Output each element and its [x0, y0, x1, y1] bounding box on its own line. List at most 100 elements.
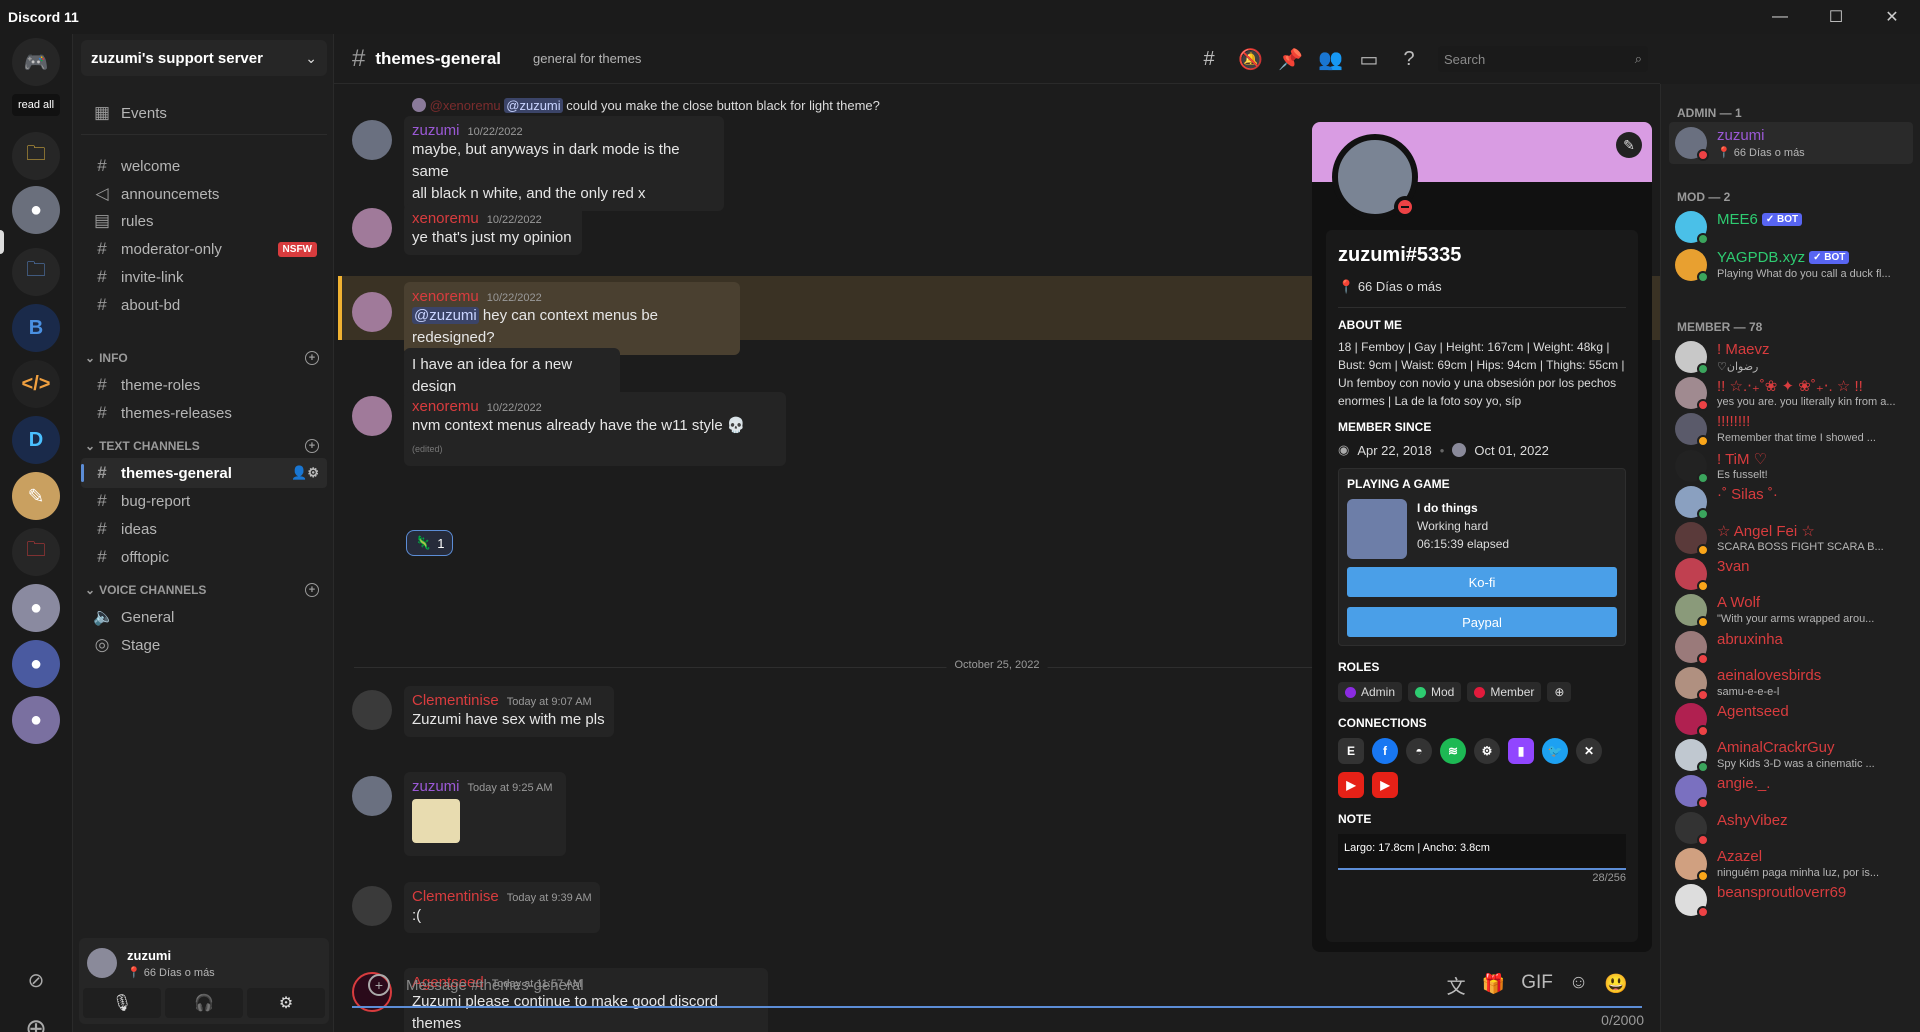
gif-icon[interactable]: GIF [1521, 972, 1553, 999]
kofi-button[interactable]: Ko-fi [1347, 567, 1617, 597]
voice-general[interactable]: 🔈 General [81, 602, 327, 632]
category-voice[interactable]: ⌄ VOICE CHANNELS + [81, 580, 327, 600]
gift-icon[interactable]: 🎁 [1482, 972, 1506, 999]
server-icon-zuzumi[interactable]: ● [12, 186, 60, 234]
youtube-icon[interactable]: ▶ [1338, 772, 1364, 798]
read-all-button[interactable]: read all [12, 94, 60, 116]
steam-icon[interactable]: ⚙ [1474, 738, 1500, 764]
server-header[interactable]: zuzumi's support server ⌄ [81, 40, 327, 76]
role-admin[interactable]: Admin [1338, 682, 1403, 702]
reply-reference[interactable]: @xenoremu @zuzumi could you make the clo… [412, 98, 880, 113]
category-text[interactable]: ⌄ TEXT CHANNELS + [81, 436, 327, 456]
chevron-down-icon: ⌄ [85, 351, 96, 365]
member-name: !!!!!!!! [1717, 413, 1751, 431]
add-server-icon[interactable]: ⊕ [12, 1004, 60, 1032]
server-icon-pencil[interactable]: ✎ [12, 472, 60, 520]
server-icon-avatar[interactable]: ● [12, 696, 60, 744]
paypal-button[interactable]: Paypal [1347, 607, 1617, 637]
username[interactable]: xenoremu [412, 288, 479, 305]
username[interactable]: zuzumi [412, 122, 460, 139]
server-icon-bd[interactable]: D [12, 416, 60, 464]
discord-home-icon[interactable]: 🎮 [12, 38, 60, 86]
avatar[interactable] [352, 776, 392, 816]
avatar[interactable] [87, 948, 117, 978]
add-channel-icon[interactable]: + [305, 583, 319, 597]
microphone-icon[interactable]: 🎙 [83, 988, 161, 1018]
headphones-icon[interactable]: 🎧 [165, 988, 243, 1018]
channel-ideas[interactable]: # ideas [81, 514, 327, 544]
mute-bell-icon[interactable]: 🔕 [1238, 47, 1263, 72]
channel-invite-link[interactable]: # invite-link [81, 262, 327, 292]
emoji-image[interactable] [412, 799, 460, 843]
code-icon[interactable]: </> [12, 360, 60, 408]
channel-moderator-only[interactable]: # moderator-only NSFW [81, 234, 327, 264]
member-item[interactable]: zuzumi 📍 66 Días o más [1669, 122, 1913, 164]
epic-games-icon[interactable]: E [1338, 738, 1364, 764]
settings-gear-icon[interactable]: ⚙ [247, 988, 325, 1018]
server-icon-avatar[interactable]: ● [12, 640, 60, 688]
xbox-icon[interactable]: ✕ [1576, 738, 1602, 764]
invite-icon[interactable]: 👤⚙ [291, 465, 319, 481]
github-icon[interactable]: ◓ [1406, 738, 1432, 764]
channel-rules[interactable]: ▤ rules [81, 206, 327, 236]
username[interactable]: Clementinise [412, 692, 499, 709]
username[interactable]: xenoremu [412, 210, 479, 227]
maximize-icon[interactable]: ☐ [1808, 0, 1864, 34]
channel-theme-roles[interactable]: # theme-roles [81, 370, 327, 400]
channel-themes-general[interactable]: # themes-general 👤⚙ [81, 458, 327, 488]
avatar[interactable] [352, 396, 392, 436]
twitch-icon[interactable]: ▮ [1508, 738, 1534, 764]
avatar[interactable] [352, 886, 392, 926]
member-item[interactable]: beansproutloverr69 [1669, 879, 1913, 921]
note-input[interactable]: Largo: 17.8cm | Ancho: 3.8cm [1338, 834, 1626, 870]
channel-welcome[interactable]: # welcome [81, 151, 327, 181]
folder-icon[interactable]: 🗀 [12, 528, 60, 576]
channel-about-bd[interactable]: # about-bd [81, 290, 327, 320]
username[interactable]: zuzumi [412, 778, 460, 795]
voice-stage[interactable]: ◎ Stage [81, 630, 327, 660]
category-info[interactable]: ⌄ INFO + [81, 348, 327, 368]
role-mod[interactable]: Mod [1408, 682, 1462, 702]
reaction-button[interactable]: 🦎 1 [406, 530, 454, 556]
member-item[interactable]: MEE6 ✓ BOT [1669, 206, 1913, 248]
channel-themes-releases[interactable]: # themes-releases [81, 398, 327, 428]
threads-icon[interactable]: # [1198, 48, 1220, 71]
members-icon[interactable]: 👥 [1318, 47, 1343, 72]
twitter-icon[interactable]: 🐦 [1542, 738, 1568, 764]
avatar[interactable] [352, 208, 392, 248]
sticker-icon[interactable]: ☺ [1569, 972, 1588, 999]
add-channel-icon[interactable]: + [305, 351, 319, 365]
avatar[interactable] [352, 690, 392, 730]
events-item[interactable]: ▦ Events [81, 98, 327, 128]
emoji-picker-icon[interactable]: 😃 [1604, 972, 1628, 999]
help-icon[interactable]: ? [1398, 48, 1420, 71]
search-input[interactable]: Search ⌕ [1438, 46, 1648, 72]
minimize-icon[interactable]: — [1752, 0, 1808, 34]
facebook-icon[interactable]: f [1372, 738, 1398, 764]
username[interactable]: Clementinise [412, 888, 499, 905]
server-icon-avatar[interactable]: ● [12, 584, 60, 632]
server-icon-b[interactable]: B [12, 304, 60, 352]
attach-plus-icon[interactable]: + [368, 974, 390, 996]
folder-icon[interactable]: 🗀 [12, 132, 60, 180]
edit-pencil-icon[interactable]: ✎ [1616, 132, 1642, 158]
add-channel-icon[interactable]: + [305, 439, 319, 453]
add-role-button[interactable]: ⊕ [1547, 682, 1572, 702]
channel-announcemets[interactable]: ◁ announcemets [81, 179, 327, 209]
inbox-icon[interactable]: ▭ [1358, 47, 1380, 72]
avatar[interactable] [352, 120, 392, 160]
spotify-icon[interactable]: ≋ [1440, 738, 1466, 764]
avatar[interactable] [352, 292, 392, 332]
folder-icon[interactable]: 🗀 [12, 248, 60, 296]
member-item[interactable]: YAGPDB.xyz ✓ BOT Playing What do you call… [1669, 244, 1913, 286]
username[interactable]: xenoremu [412, 398, 479, 415]
channel-offtopic[interactable]: # offtopic [81, 542, 327, 572]
pin-icon[interactable]: 📌 [1278, 47, 1303, 72]
channel-bug-report[interactable]: # bug-report [81, 486, 327, 516]
youtube-icon[interactable]: ▶ [1372, 772, 1398, 798]
message-input[interactable]: + Message #themes-general 文 🎁 GIF ☺ 😃 [352, 964, 1642, 1008]
explore-icon[interactable]: ⊘ [12, 956, 60, 1004]
translate-icon[interactable]: 文 [1447, 972, 1466, 999]
close-icon[interactable]: ✕ [1864, 0, 1920, 34]
role-member[interactable]: Member [1467, 682, 1542, 702]
